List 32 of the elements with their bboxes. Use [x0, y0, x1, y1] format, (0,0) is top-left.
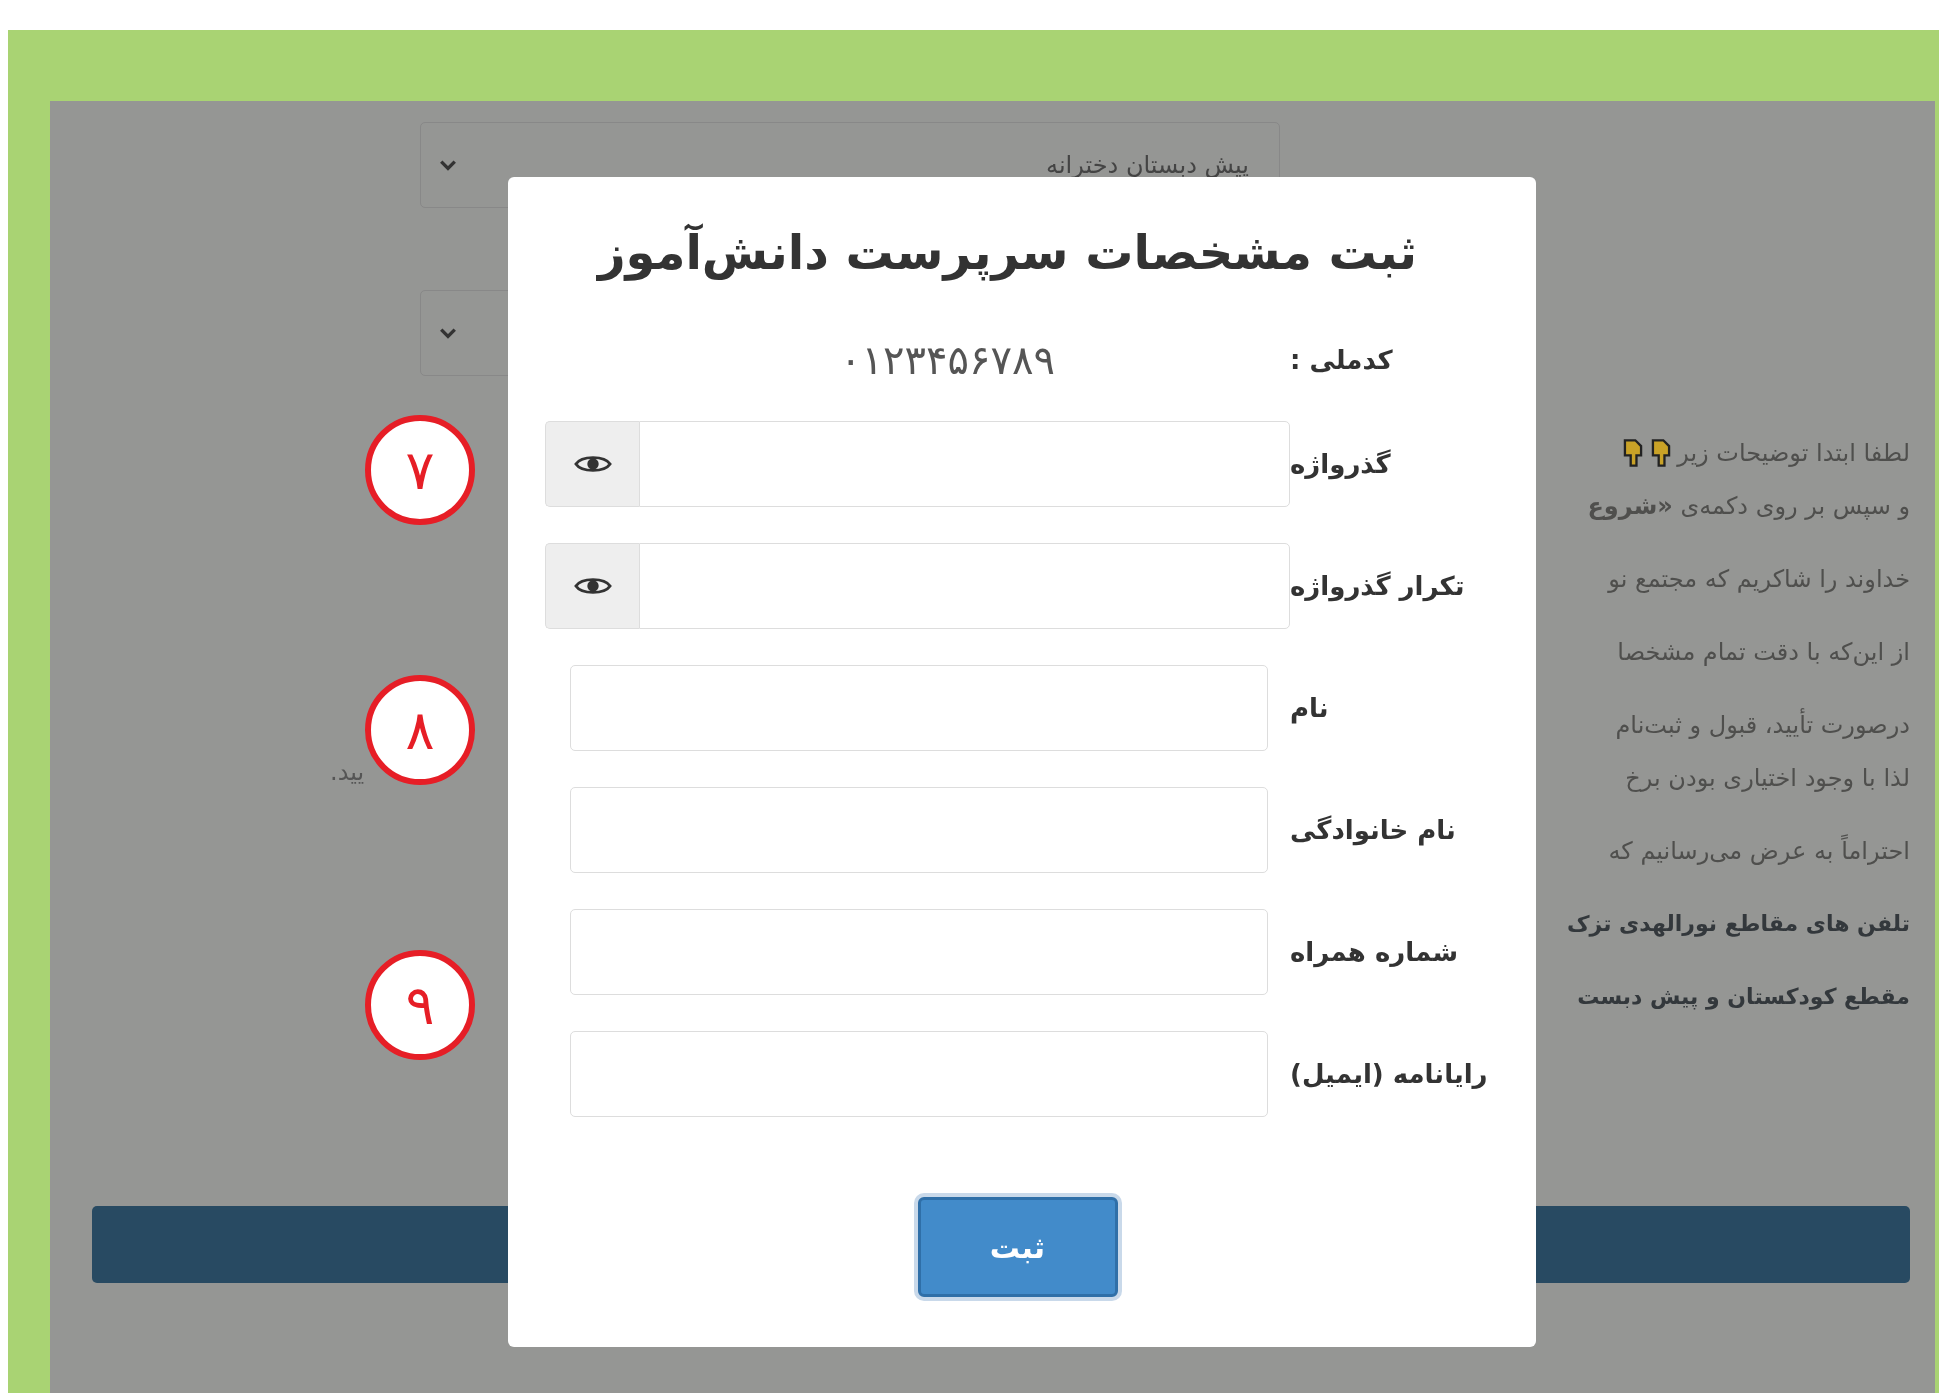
field-label: گذرواژه	[1290, 449, 1391, 479]
national-id-value: ۰۱۲۳۴۵۶۷۸۹	[840, 337, 1055, 383]
password-field[interactable]	[639, 421, 1290, 507]
input-field[interactable]	[570, 909, 1268, 995]
dialog-title: ثبت مشخصات سرپرست دانش‌آموز	[595, 222, 1419, 283]
note-text: از این‌که با دقت تمام مشخصا	[1617, 637, 1910, 666]
note-text: لذا با وجود اختیاری بودن برخ	[1625, 763, 1910, 792]
field-label: نام	[1290, 693, 1329, 723]
input-field[interactable]	[570, 665, 1268, 751]
field-label: نام خانوادگی	[1290, 815, 1456, 845]
note-text: لطفا ابتدا توضیحات زیر	[1677, 438, 1910, 467]
annotation-marker: ۷	[365, 415, 475, 525]
input-field[interactable]	[570, 1031, 1268, 1117]
annotation-marker: ۸	[365, 675, 475, 785]
field-label: تکرار گذرواژه	[1290, 571, 1465, 601]
show-password-button[interactable]	[545, 543, 639, 629]
note-text: مقطع کودکستان و پیش دبست	[1577, 984, 1910, 1009]
field-label: کدملی :	[1290, 345, 1393, 375]
chevron-icon	[439, 159, 457, 171]
note-text: احتراماً به عرض می‌رسانیم که	[1608, 836, 1910, 865]
chevron-icon	[439, 327, 457, 339]
note-text: یید.	[330, 758, 365, 786]
note-text: تلفن های مقاطع نورالهدی تزک	[1566, 911, 1910, 936]
password-field[interactable]	[639, 543, 1290, 629]
input-field[interactable]	[570, 787, 1268, 873]
annotation-marker: ۹	[365, 950, 475, 1060]
field-label: رایانامه (ایمیل)	[1290, 1059, 1488, 1089]
show-password-button[interactable]	[545, 421, 639, 507]
note-text: و سپس بر روی دکمه‌ی «شروع	[1587, 491, 1910, 520]
note-text: خداوند را شاکریم که مجتمع نو	[1608, 564, 1910, 593]
note-text: درصورت تأیید، قبول و ثبت‌نام	[1615, 710, 1910, 739]
field-label: شماره همراه	[1290, 937, 1459, 967]
